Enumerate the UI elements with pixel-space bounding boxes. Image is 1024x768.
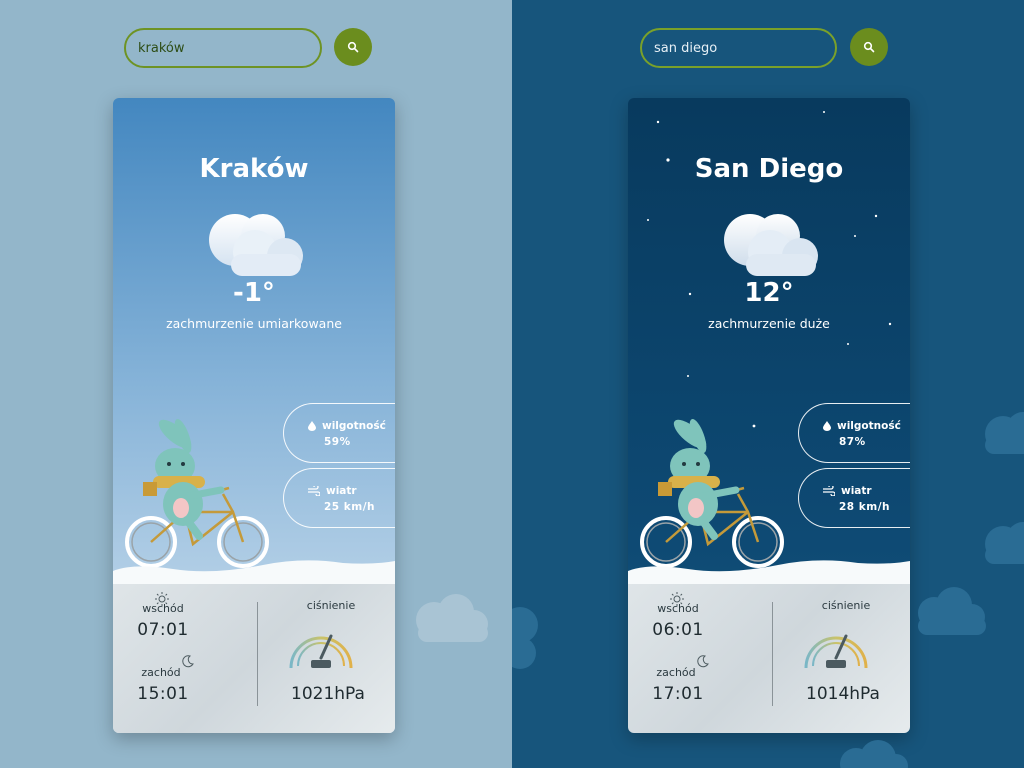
wind-value: 28 km/h <box>839 501 891 513</box>
sunrise-label: wschód <box>657 602 699 615</box>
droplet-icon <box>823 421 831 431</box>
pressure-gauge-icon <box>289 634 353 669</box>
weather-description: zachmurzenie duże <box>708 316 830 331</box>
search-button[interactable] <box>334 28 372 66</box>
search-button[interactable] <box>850 28 888 66</box>
humidity-pill: wilgotność 87% <box>798 403 910 463</box>
sunset-time: 17:01 <box>652 684 704 704</box>
details-panel: wschód 06:01 zachód 17:01 ciśnienie 1014… <box>628 584 910 733</box>
city-name: Kraków <box>199 154 309 184</box>
humidity-pill: wilgotność 59% <box>283 403 395 463</box>
city-name: San Diego <box>694 154 844 184</box>
background-cloud <box>840 740 908 768</box>
pressure-gauge-icon <box>804 634 868 669</box>
humidity-label: wilgotność <box>837 420 901 432</box>
wind-pill: wiatr 28 km/h <box>798 468 910 528</box>
pressure-value: 1014hPa <box>806 684 880 704</box>
wind-icon <box>823 486 835 496</box>
wind-value: 25 km/h <box>324 501 376 513</box>
sunrise-time: 07:01 <box>137 620 189 640</box>
humidity-value: 87% <box>839 436 866 448</box>
weather-description: zachmurzenie umiarkowane <box>166 316 342 331</box>
search-input[interactable]: san diego <box>640 28 837 68</box>
rabbit-cyclist-illustration <box>125 418 269 568</box>
search-input[interactable]: kraków <box>124 28 322 68</box>
background-cloud <box>985 412 1024 454</box>
cloud-icon <box>724 214 818 276</box>
background-cloud <box>985 522 1024 564</box>
sunrise-time: 06:01 <box>652 620 704 640</box>
right-panel: san diego San Diego 12° zachmurzenie duż… <box>512 0 1024 768</box>
divider <box>257 602 258 706</box>
temperature: -1° <box>233 278 275 308</box>
rabbit-cyclist-illustration <box>640 418 784 568</box>
weather-card: Kraków -1° zachmurzenie umiarkowane wilg… <box>113 98 395 733</box>
wind-label: wiatr <box>841 485 872 497</box>
humidity-value: 59% <box>324 436 351 448</box>
sunrise-label: wschód <box>142 602 184 615</box>
humidity-label: wilgotność <box>322 420 386 432</box>
cloud-icon <box>209 214 303 276</box>
droplet-icon <box>308 421 316 431</box>
search-icon <box>347 41 359 53</box>
details-panel: wschód 07:01 zachód 15:01 ciśnienie 1021… <box>113 584 395 733</box>
search-icon <box>863 41 875 53</box>
left-panel: kraków Kraków -1° zachmurzenie umiarkowa… <box>0 0 512 768</box>
pressure-label: ciśnienie <box>306 599 356 612</box>
pressure-label: ciśnienie <box>821 599 871 612</box>
weather-card: San Diego 12° zachmurzenie duże wilgotno… <box>628 98 910 733</box>
background-cloud <box>918 587 986 635</box>
sunset-label: zachód <box>656 666 696 679</box>
wind-icon <box>308 486 320 496</box>
sunset-label: zachód <box>141 666 181 679</box>
sunset-time: 15:01 <box>137 684 189 704</box>
temperature: 12° <box>744 278 794 308</box>
background-cloud <box>416 594 488 642</box>
divider <box>772 602 773 706</box>
wind-pill: wiatr 25 km/h <box>283 468 395 528</box>
wind-label: wiatr <box>326 485 357 497</box>
background-cloud <box>512 607 538 669</box>
pressure-value: 1021hPa <box>291 684 365 704</box>
